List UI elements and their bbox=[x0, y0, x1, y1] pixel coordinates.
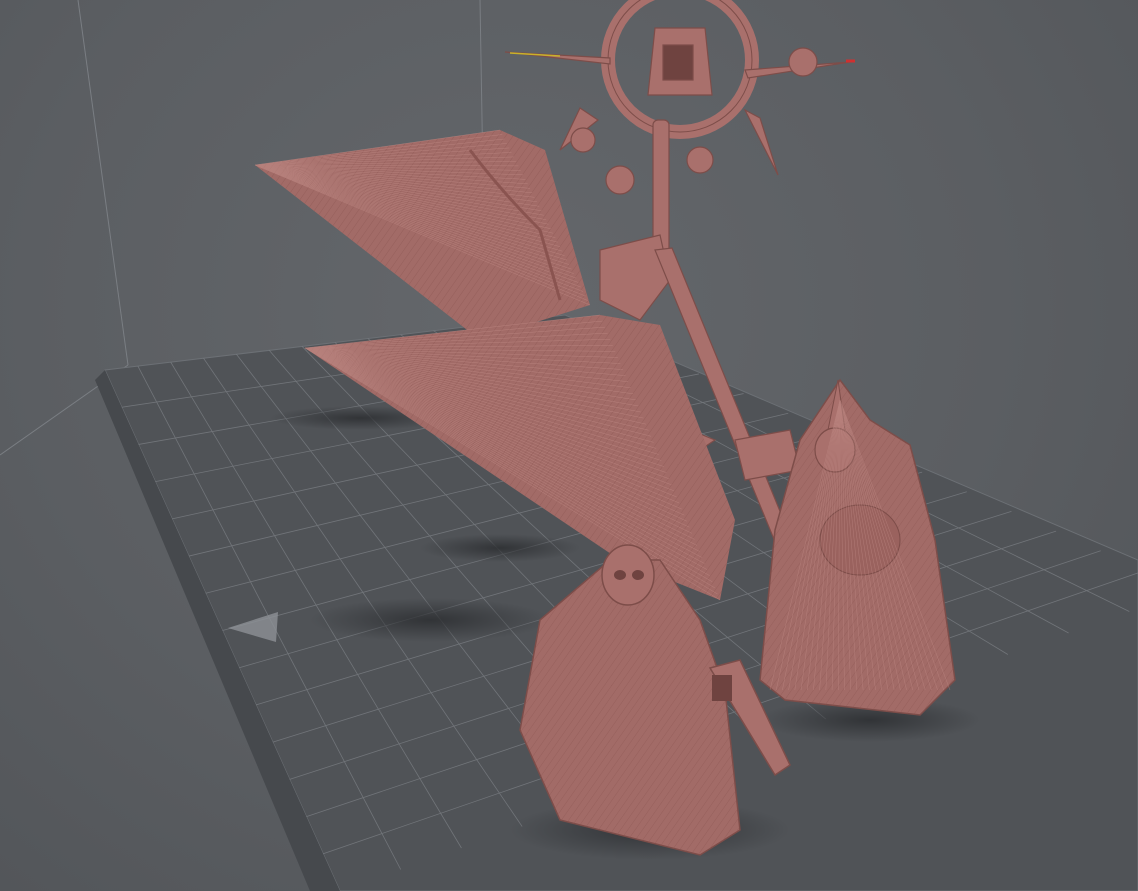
upper-back-support-mesh[interactable] bbox=[254, 129, 591, 340]
scene-canvas[interactable] bbox=[0, 0, 1138, 891]
3d-viewport[interactable] bbox=[0, 0, 1138, 891]
